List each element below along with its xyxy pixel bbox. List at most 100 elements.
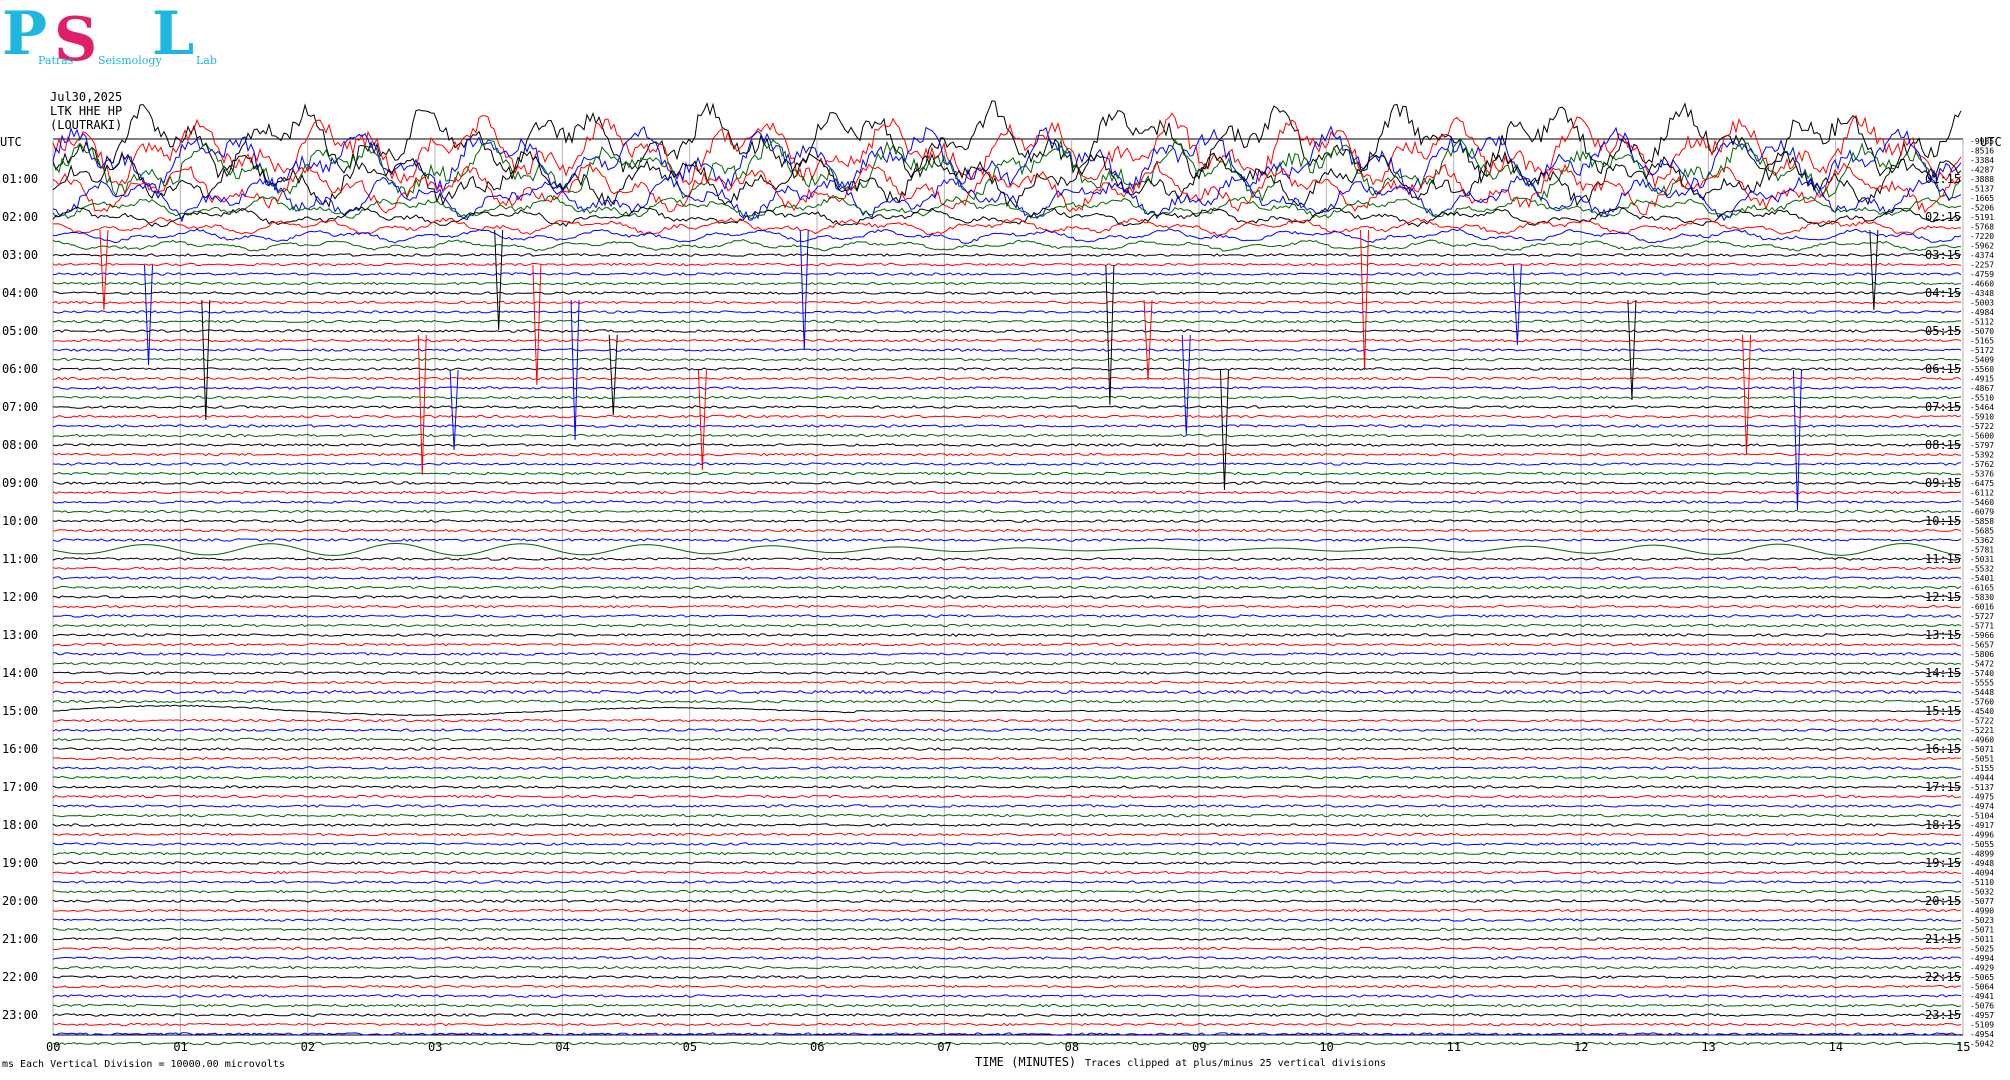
trace-line — [52, 937, 1962, 941]
trace-offset-label: -5768 — [1970, 223, 1994, 232]
trace-offset-label: -5910 — [1970, 413, 1994, 422]
trace-offset-label: -2257 — [1970, 261, 1994, 270]
trace-line — [52, 528, 1962, 533]
trace-offset-label: -5155 — [1970, 764, 1994, 773]
trace-offset-label: -4899 — [1970, 850, 1994, 859]
trace-line — [52, 329, 1962, 333]
hour-label-right: 10:15 — [1925, 514, 1961, 528]
trace-offset-label: -5076 — [1970, 1002, 1994, 1011]
trace-offset-label: -3888 — [1970, 175, 1994, 184]
trace-line — [52, 704, 1962, 717]
hour-label-left: 02:00 — [2, 210, 38, 224]
clip-note: Traces clipped at plus/minus 25 vertical… — [1085, 1058, 1386, 1069]
trace-line — [52, 228, 1962, 244]
clipped-trace-excursion — [1512, 264, 1522, 346]
hour-label-left: 03:00 — [2, 248, 38, 262]
trace-line — [52, 509, 1962, 514]
trace-offset-label: -4996 — [1970, 831, 1994, 840]
hour-label-left: 08:00 — [2, 438, 38, 452]
trace-line — [52, 861, 1962, 865]
trace-offset-label: -5740 — [1970, 669, 1994, 678]
trace-line — [52, 642, 1962, 647]
x-tick-label: 03 — [428, 1040, 442, 1054]
trace-offset-label: -4954 — [1970, 1030, 1994, 1039]
trace-line — [52, 689, 1962, 695]
trace-line — [52, 538, 1962, 542]
trace-offset-label: -6079 — [1970, 508, 1994, 517]
trace-offset-label: -5727 — [1970, 612, 1994, 621]
trace-offset-label: -5011 — [1970, 935, 1994, 944]
trace-offset-label: -5109 — [1970, 1021, 1994, 1030]
trace-line — [52, 747, 1962, 751]
trace-line — [52, 1003, 1962, 1008]
trace-line — [52, 842, 1962, 846]
x-tick-label: 13 — [1701, 1040, 1715, 1054]
trace-offset-label: -5600 — [1970, 432, 1994, 441]
hour-label-right: 19:15 — [1925, 856, 1961, 870]
trace-offset-label: -5555 — [1970, 679, 1994, 688]
hour-label-right: 02:15 — [1925, 210, 1961, 224]
hour-label-left: 07:00 — [2, 400, 38, 414]
clipped-trace-excursion — [1742, 334, 1752, 456]
x-tick-label: 10 — [1319, 1040, 1333, 1054]
hour-label-right: 12:15 — [1925, 590, 1961, 604]
trace-offset-label: -5110 — [1970, 878, 1994, 887]
trace-offset-label: -4957 — [1970, 1011, 1994, 1020]
trace-offset-label: -6475 — [1970, 479, 1994, 488]
hour-label-left: 19:00 — [2, 856, 38, 870]
trace-offset-label: -5966 — [1970, 631, 1994, 640]
trace-line — [52, 946, 1962, 951]
trace-offset-label: -5055 — [1970, 840, 1994, 849]
trace-offset-label: -5042 — [1970, 1040, 1994, 1049]
trace-line — [52, 281, 1962, 286]
trace-offset-label: -1665 — [1970, 194, 1994, 203]
clipped-trace-excursion — [99, 229, 109, 311]
hour-label-right: 21:15 — [1925, 932, 1961, 946]
hour-label-left: 21:00 — [2, 932, 38, 946]
hour-label-left: 20:00 — [2, 894, 38, 908]
hour-label-left: 04:00 — [2, 286, 38, 300]
trace-line — [52, 633, 1962, 637]
trace-line — [52, 310, 1962, 314]
trace-line — [52, 490, 1962, 495]
x-tick-label: 01 — [173, 1040, 187, 1054]
trace-offset-label: -4917 — [1970, 821, 1994, 830]
trace-line — [52, 870, 1962, 875]
trace-line — [52, 956, 1962, 960]
x-tick-label: 14 — [1829, 1040, 1843, 1054]
trace-offset-label: -5806 — [1970, 650, 1994, 659]
trace-line — [52, 718, 1962, 723]
trace-line — [52, 462, 1962, 466]
trace-line — [52, 414, 1962, 419]
trace-line — [52, 557, 1962, 561]
helicorder-chart: 00 01 02 03 04 05 06 07 08 09 10 11 12 13 14 15-9985-85… — [0, 100, 2002, 1070]
hour-label-left: 10:00 — [2, 514, 38, 528]
hour-label-right: 13:15 — [1925, 628, 1961, 642]
hour-label-left: 12:00 — [2, 590, 38, 604]
trace-line — [52, 405, 1962, 409]
trace-line — [52, 1013, 1962, 1017]
trace-offset-label: -5137 — [1970, 185, 1994, 194]
x-tick-label: 00 — [46, 1040, 60, 1054]
trace-offset-label: -5051 — [1970, 755, 1994, 764]
trace-line — [52, 376, 1962, 381]
trace-offset-label: -5165 — [1970, 337, 1994, 346]
trace-offset-label: -5409 — [1970, 356, 1994, 365]
trace-line — [52, 217, 1962, 236]
hour-label-right: 14:15 — [1925, 666, 1961, 680]
trace-offset-label: -4960 — [1970, 736, 1994, 745]
trace-offset-label: -5064 — [1970, 983, 1994, 992]
trace-offset-label: -4948 — [1970, 859, 1994, 868]
trace-offset-label: -5830 — [1970, 593, 1994, 602]
trace-line — [52, 452, 1962, 457]
x-tick-label: 15 — [1956, 1040, 1970, 1054]
trace-line — [52, 150, 1962, 209]
trace-offset-label: -5722 — [1970, 717, 1994, 726]
trace-offset-label: -5065 — [1970, 973, 1994, 982]
x-tick-label: 05 — [683, 1040, 697, 1054]
trace-offset-label: -4929 — [1970, 964, 1994, 973]
trace-offset-label: -3384 — [1970, 156, 1994, 165]
trace-line — [52, 899, 1962, 903]
utc-label-left: UTC — [0, 135, 22, 149]
hour-label-left: 11:00 — [2, 552, 38, 566]
